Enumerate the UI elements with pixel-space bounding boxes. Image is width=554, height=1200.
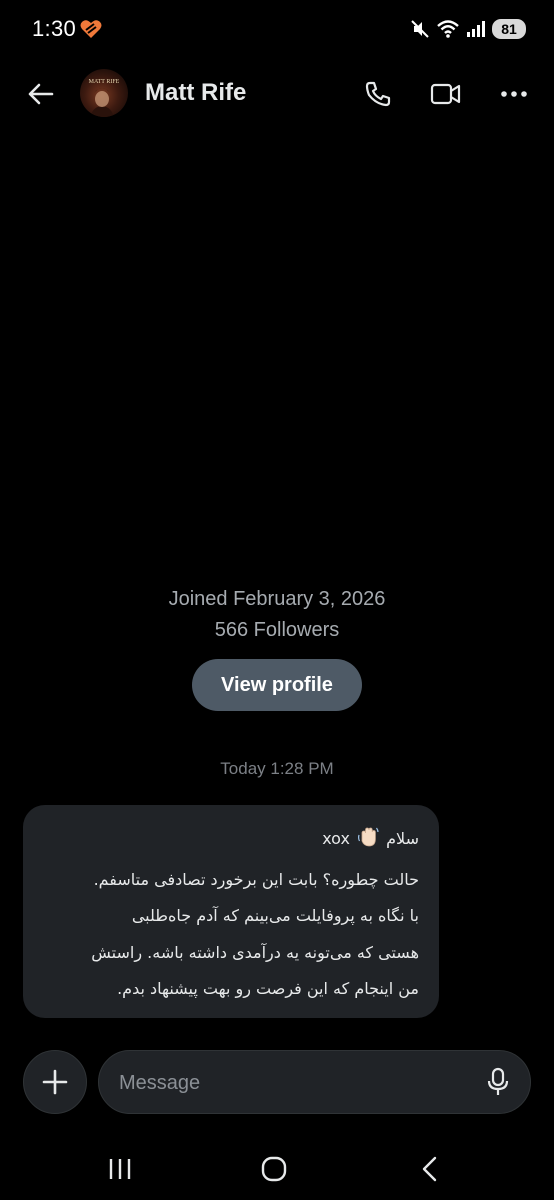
status-bar: 1:30 81 (0, 0, 554, 58)
mute-icon (411, 20, 429, 38)
voice-message-button[interactable] (480, 1064, 516, 1100)
message-line: با نگاه به پروفایلت می‌بینم که آدم جاه‌ط… (131, 906, 419, 925)
phone-icon (365, 81, 391, 107)
message-composer (98, 1050, 531, 1115)
wifi-icon (437, 20, 459, 38)
microphone-icon (487, 1067, 509, 1095)
contact-name[interactable]: Matt Rife (145, 79, 246, 107)
message-line: من اینجام که این فرصت رو بهت پیشنهاد بدم… (117, 979, 419, 998)
recent-apps-button[interactable] (100, 1152, 140, 1186)
system-back-button[interactable] (410, 1152, 450, 1186)
recent-apps-icon (109, 1159, 131, 1179)
home-icon (261, 1156, 287, 1182)
message-input[interactable] (117, 1051, 461, 1115)
back-button[interactable] (22, 76, 58, 112)
conversation-header: MATT RIFE Matt Rife (0, 58, 554, 128)
system-navigation-bar (0, 1140, 554, 1200)
message-timestamp: Today 1:28 PM (220, 759, 334, 778)
app-notification-icon (80, 19, 102, 39)
signal-icon (467, 21, 485, 37)
avatar[interactable]: MATT RIFE (80, 69, 128, 117)
status-icons: 81 (410, 16, 526, 42)
add-attachment-button[interactable] (23, 1050, 87, 1114)
more-options-button[interactable] (494, 74, 534, 114)
view-profile-button[interactable]: View profile (192, 659, 362, 711)
back-arrow-icon (28, 83, 54, 105)
profile-summary: Joined February 3, 2026 566 Followers (0, 584, 554, 646)
joined-date: Joined February 3, 2026 (168, 588, 386, 610)
message-line: هستی که می‌تونه یه درآمدی داشته باشه. را… (91, 942, 419, 962)
battery-icon: 81 (492, 19, 526, 39)
waving-hand-icon (357, 825, 379, 862)
plus-icon (42, 1069, 68, 1095)
call-button[interactable] (358, 74, 398, 114)
message-greeting: سلام (386, 829, 419, 848)
message-greeting-suffix: xox (322, 829, 350, 848)
message-bubble[interactable]: سلام xox حالت چطوره؟ بابت این برخورد تصا… (23, 805, 439, 1018)
header-actions (358, 74, 534, 114)
message-greeting-line: سلام xox (43, 821, 419, 862)
followers-count: 566 Followers (214, 619, 340, 641)
chevron-left-icon (422, 1156, 437, 1182)
home-button[interactable] (254, 1152, 294, 1186)
more-dots-icon (501, 91, 527, 97)
video-call-button[interactable] (426, 74, 466, 114)
status-time: 1:30 (32, 16, 77, 41)
message-line: حالت چطوره؟ بابت این برخورد تصادفی متاسف… (93, 869, 419, 889)
video-camera-icon (430, 83, 461, 105)
